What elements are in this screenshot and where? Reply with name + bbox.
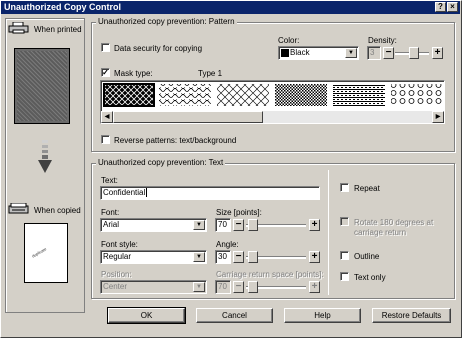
chevron-down-icon[interactable]: ▼ xyxy=(193,282,205,292)
repeat-checkbox[interactable] xyxy=(340,183,349,192)
position-label: Position: xyxy=(101,270,132,279)
copier-icon xyxy=(8,202,30,215)
cr-space-increase-button[interactable]: + xyxy=(309,281,320,293)
density-slider[interactable] xyxy=(395,47,429,59)
data-security-label: Data security for copying xyxy=(114,44,203,53)
angle-decrease-button[interactable]: − xyxy=(233,251,244,263)
position-value: Center xyxy=(103,282,128,291)
size-slider[interactable] xyxy=(246,219,306,231)
rotate-label: Rotate 180 degrees at carriage return xyxy=(354,218,434,237)
mask-type-value: Type 1 xyxy=(198,69,223,78)
text-input-value: Confidential xyxy=(103,188,146,197)
reverse-patterns-label: Reverse patterns: text/background xyxy=(114,136,237,145)
pattern-option-1[interactable] xyxy=(105,85,153,105)
angle-label: Angle: xyxy=(216,240,239,249)
chevron-down-icon[interactable]: ▼ xyxy=(193,220,205,230)
pattern-group-title: Unauthorized copy prevention: Pattern xyxy=(96,17,237,26)
text-only-label: Text only xyxy=(354,273,386,282)
window-title: Unauthorized Copy Control xyxy=(4,2,121,12)
density-field[interactable]: 3 xyxy=(367,46,381,60)
scroll-left-icon[interactable]: ◀ xyxy=(101,111,113,123)
cr-space-label: Carriage return space [points]: xyxy=(216,270,324,279)
copied-sample-text: duplicate xyxy=(30,246,48,259)
help-title-button[interactable]: ? xyxy=(435,2,446,12)
cr-space-decrease-button[interactable]: − xyxy=(233,281,244,293)
angle-slider[interactable] xyxy=(246,251,306,263)
text-label: Text: xyxy=(101,176,118,185)
mask-type-label: Mask type: xyxy=(114,69,153,78)
scroll-right-icon[interactable]: ▶ xyxy=(432,111,444,123)
cr-space-field[interactable]: 70 xyxy=(215,280,231,294)
pattern-scrollbar[interactable]: ◀ ▶ xyxy=(101,111,444,123)
density-label: Density: xyxy=(368,36,397,45)
outline-label: Outline xyxy=(354,252,380,261)
copied-preview: duplicate xyxy=(24,223,68,283)
color-swatch xyxy=(281,48,289,57)
density-slider-thumb[interactable] xyxy=(409,47,419,59)
color-value: Black xyxy=(290,48,310,57)
text-group-title: Unauthorized copy prevention: Text xyxy=(96,158,226,167)
chevron-down-icon[interactable]: ▼ xyxy=(193,252,205,262)
text-cursor xyxy=(146,188,148,197)
help-button[interactable]: Help xyxy=(284,308,361,323)
arrow-down-icon xyxy=(38,140,52,174)
size-slider-thumb[interactable] xyxy=(248,219,258,231)
font-style-select[interactable]: Regular ▼ xyxy=(100,250,207,264)
rotate-checkbox[interactable] xyxy=(340,217,349,226)
close-button[interactable]: × xyxy=(447,2,458,12)
angle-field[interactable]: 30 xyxy=(215,250,231,264)
repeat-label: Repeat xyxy=(354,184,380,193)
text-group-divider xyxy=(328,170,329,295)
cr-space-slider[interactable] xyxy=(246,281,306,293)
data-security-checkbox[interactable] xyxy=(101,43,110,52)
size-label: Size [points]: xyxy=(216,208,262,217)
printer-icon xyxy=(8,21,30,34)
size-increase-button[interactable]: + xyxy=(309,219,320,231)
color-label: Color: xyxy=(278,36,300,45)
pattern-option-4[interactable] xyxy=(275,84,327,106)
reverse-patterns-checkbox[interactable] xyxy=(101,135,110,144)
angle-increase-button[interactable]: + xyxy=(309,251,320,263)
color-select[interactable]: Black ▼ xyxy=(278,46,359,60)
font-label: Font: xyxy=(101,208,120,217)
text-only-checkbox[interactable] xyxy=(340,272,349,281)
size-field[interactable]: 70 xyxy=(215,218,231,232)
text-input[interactable]: Confidential xyxy=(100,186,320,200)
position-select[interactable]: Center ▼ xyxy=(100,280,207,294)
outline-checkbox[interactable] xyxy=(340,251,349,260)
density-decrease-button[interactable]: − xyxy=(383,47,394,59)
scrollbar-thumb[interactable] xyxy=(113,111,263,123)
angle-slider-thumb[interactable] xyxy=(248,251,258,263)
when-printed-label: When printed xyxy=(34,25,82,34)
when-copied-label: When copied xyxy=(34,206,81,215)
mask-type-checkbox[interactable]: ✓ xyxy=(101,68,110,77)
size-decrease-button[interactable]: − xyxy=(233,219,244,231)
pattern-option-6[interactable] xyxy=(391,84,443,106)
pattern-option-3[interactable] xyxy=(217,84,269,106)
cr-space-slider-thumb[interactable] xyxy=(248,281,258,293)
font-style-value: Regular xyxy=(103,252,132,261)
font-select[interactable]: Arial ▼ xyxy=(100,218,207,232)
restore-defaults-button[interactable]: Restore Defaults xyxy=(372,308,451,323)
pattern-list[interactable]: ◀ ▶ xyxy=(100,80,445,124)
pattern-option-2[interactable] xyxy=(159,84,211,106)
title-bar: Unauthorized Copy Control xyxy=(1,1,460,14)
pattern-option-5[interactable] xyxy=(333,84,385,106)
font-value: Arial xyxy=(103,220,120,229)
printed-preview xyxy=(14,48,70,124)
cancel-button[interactable]: Cancel xyxy=(196,308,273,323)
chevron-down-icon[interactable]: ▼ xyxy=(345,48,357,58)
ok-button[interactable]: OK xyxy=(107,307,186,324)
font-style-label: Font style: xyxy=(101,240,138,249)
density-increase-button[interactable]: + xyxy=(432,47,443,59)
